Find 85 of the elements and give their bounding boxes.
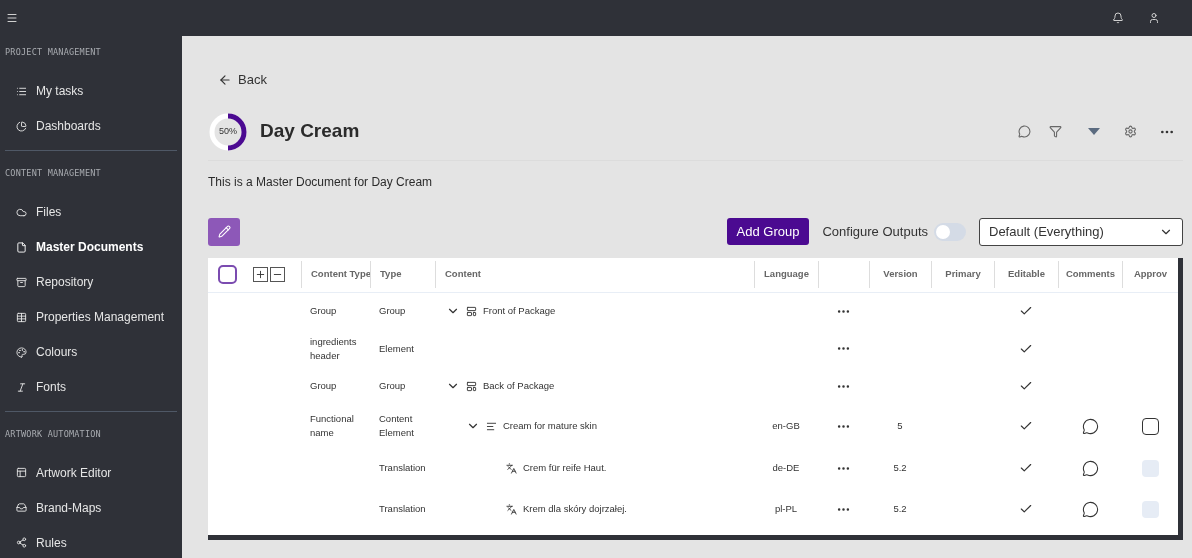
version-text: 5.2 (893, 461, 907, 473)
translate-icon (506, 503, 517, 515)
toggle-switch[interactable] (934, 222, 966, 241)
type-text: Group (379, 305, 406, 316)
document-icon (16, 241, 27, 253)
language-text: pl-PL (774, 502, 798, 514)
content-text: Crem für reife Haut. (523, 460, 607, 475)
sidebar-item[interactable]: Artwork Editor (5, 455, 177, 491)
sidebar-item[interactable]: Properties Management (5, 299, 177, 335)
group-icon (466, 305, 477, 317)
type-text: Group (379, 380, 406, 391)
language-text: en-GB (772, 419, 800, 431)
document-description: This is a Master Document for Day Cream (208, 173, 434, 191)
type-text: Element (379, 342, 414, 354)
section-heading: CONTENT MANAGEMENT (5, 166, 102, 180)
plus-icon (255, 269, 266, 280)
text-lines-icon (486, 420, 497, 432)
column-header: Type (380, 267, 402, 282)
column-header: Language (764, 267, 809, 282)
section-heading: PROJECT MANAGEMENT (5, 46, 102, 59)
sidebar-item[interactable]: Dashboards (5, 108, 177, 144)
archive-icon (16, 276, 27, 288)
sidebar-item[interactable]: Files (5, 194, 177, 230)
add-group-button[interactable]: Add Group (726, 218, 810, 245)
table-icon (16, 311, 27, 323)
content-type-text: Group (310, 305, 337, 316)
menu-icon[interactable] (6, 12, 18, 24)
content-type-text: Group (310, 380, 337, 391)
column-header: Primary (945, 267, 981, 282)
group-icon (466, 380, 477, 392)
progress-label: 50% (218, 124, 238, 138)
filter-icon[interactable] (1049, 125, 1062, 138)
column-header: Comments (1065, 267, 1116, 282)
share-icon (16, 537, 27, 549)
language-text: de-DE (772, 461, 800, 473)
inbox-icon (16, 502, 27, 514)
type-text: Translation (379, 462, 426, 473)
content-text: Cream for mature skin (503, 418, 597, 433)
dropdown-triangle-icon[interactable] (1088, 127, 1100, 136)
configure-outputs-label: Configure Outputs (822, 222, 928, 241)
content-type-text: Functional name (310, 413, 354, 438)
approval-checkbox[interactable] (1141, 417, 1159, 435)
content-type-text: ingredients header (310, 335, 357, 361)
translate-icon (506, 462, 517, 474)
comment-icon[interactable] (1081, 417, 1099, 435)
type-text: Content Element (379, 413, 414, 438)
panel-icon (16, 467, 27, 479)
column-header: Content Type (311, 267, 371, 282)
type-text: Translation (379, 503, 426, 514)
edit-button[interactable] (208, 217, 240, 246)
pencil-icon (217, 225, 231, 238)
version-text: 5 (897, 419, 903, 431)
column-header: Version (883, 267, 918, 282)
content-text: Front of Package (483, 303, 556, 318)
bell-icon[interactable] (1112, 12, 1124, 24)
output-select[interactable]: Default (Everything) (979, 217, 1183, 246)
sidebar-item[interactable]: Repository (5, 264, 177, 300)
document-title: Day Cream (260, 119, 360, 144)
select-all-checkbox[interactable] (218, 265, 237, 284)
palette-icon (16, 346, 27, 358)
back-button[interactable]: Back (218, 70, 267, 90)
settings-icon[interactable] (1124, 125, 1137, 138)
comment-icon[interactable] (1081, 459, 1099, 477)
content-text: Back of Package (483, 378, 555, 393)
sidebar-item[interactable]: Master Documents (5, 229, 177, 265)
sidebar-item[interactable]: Rules (5, 525, 177, 558)
list-icon (16, 85, 27, 97)
pie-chart-icon (16, 120, 27, 132)
cloud-icon (16, 206, 27, 218)
column-header: Approv (1133, 267, 1168, 282)
column-header: Content (445, 267, 481, 282)
comment-icon[interactable] (1081, 500, 1099, 518)
sidebar-item[interactable]: Brand-Maps (5, 490, 177, 526)
sidebar-item[interactable]: My tasks (5, 73, 177, 109)
version-text: 5.2 (893, 502, 907, 514)
sidebar-item[interactable]: Fonts (5, 369, 177, 405)
user-icon[interactable] (1148, 12, 1160, 24)
sidebar-item[interactable]: Colours (5, 334, 177, 370)
content-text: Krem dla skóry dojrzałej. (523, 501, 627, 516)
section-heading: ARTWORK AUTOMATION (5, 427, 102, 441)
expand-all-button[interactable] (253, 267, 268, 282)
collapse-all-button[interactable] (270, 267, 285, 282)
arrow-left-icon (218, 72, 232, 87)
italic-icon (16, 381, 27, 393)
column-header: Editable (1008, 267, 1045, 282)
